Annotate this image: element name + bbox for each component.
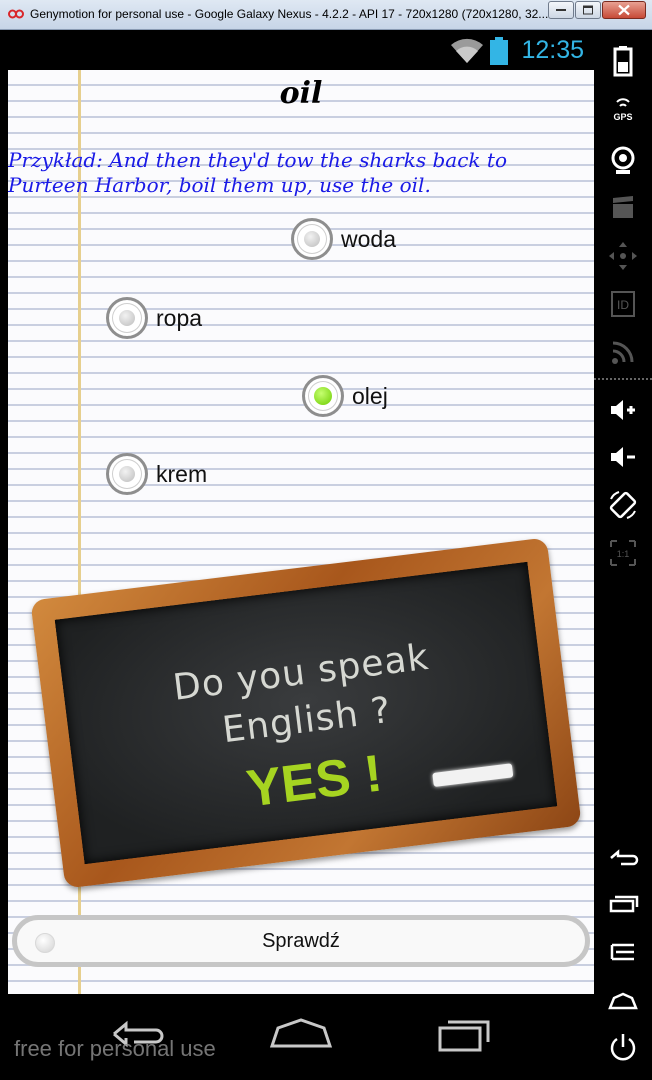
- radio-button[interactable]: [106, 297, 148, 339]
- option-label: krem: [156, 460, 208, 487]
- recent-apps-icon[interactable]: [428, 1014, 498, 1054]
- wifi-icon: [451, 38, 483, 63]
- home-icon[interactable]: [603, 980, 643, 1020]
- maximize-button[interactable]: [575, 1, 601, 19]
- power-icon[interactable]: [603, 1027, 643, 1067]
- example-sentence: Przykład: And then they'd tow the sharks…: [8, 148, 507, 197]
- close-button[interactable]: [602, 1, 646, 19]
- close-icon: [618, 4, 630, 16]
- option-krem[interactable]: krem: [106, 453, 207, 495]
- radio-dot: [119, 466, 135, 482]
- rotate-icon[interactable]: [603, 485, 643, 525]
- battery-icon[interactable]: [603, 40, 643, 80]
- quiz-word: oil: [279, 76, 323, 111]
- option-label: woda: [341, 225, 396, 252]
- check-button-label: Sprawdź: [262, 930, 340, 952]
- status-clock: 12:35: [521, 36, 584, 64]
- device-frame-left: [0, 30, 8, 1080]
- option-ropa[interactable]: ropa: [106, 297, 202, 339]
- camera-icon[interactable]: [603, 140, 643, 180]
- minimize-icon: [556, 9, 566, 11]
- radio-button-checked[interactable]: [302, 375, 344, 417]
- volume-up-icon[interactable]: [603, 390, 643, 430]
- watermark-text: free for personal use: [14, 1036, 216, 1061]
- menu-icon[interactable]: [603, 932, 643, 972]
- video-icon[interactable]: [603, 188, 643, 228]
- radio-dot: [119, 310, 135, 326]
- option-woda[interactable]: woda: [291, 218, 396, 260]
- id-label: ID: [617, 298, 629, 312]
- chalkboard-frame: Do you speak English ? YES !: [30, 537, 582, 889]
- chalkboard-surface: Do you speak English ? YES !: [54, 561, 558, 865]
- status-bar: 12:35: [8, 30, 594, 70]
- id-icon[interactable]: ID: [603, 284, 643, 324]
- window-title: Genymotion for personal use - Google Gal…: [30, 7, 549, 21]
- volume-down-icon[interactable]: [603, 437, 643, 477]
- option-olej[interactable]: olej: [302, 375, 388, 417]
- genymotion-app-icon: [8, 9, 24, 19]
- scale-icon[interactable]: 1:1: [603, 533, 643, 573]
- maximize-icon: [583, 5, 593, 15]
- radio-button[interactable]: [106, 453, 148, 495]
- minimize-button[interactable]: [548, 1, 574, 19]
- scale-label: 1:1: [617, 549, 630, 559]
- window-titlebar[interactable]: Genymotion for personal use - Google Gal…: [0, 0, 652, 30]
- recent-apps-icon[interactable]: [603, 885, 643, 925]
- window-controls: [547, 1, 646, 19]
- genymotion-side-panel: GPS ID 1:1: [594, 30, 652, 1080]
- radio-button[interactable]: [291, 218, 333, 260]
- option-label: ropa: [156, 304, 203, 331]
- gps-label: GPS: [613, 112, 632, 122]
- rss-icon[interactable]: [603, 332, 643, 372]
- radio-dot: [304, 231, 320, 247]
- navigation-bar: free for personal use: [8, 994, 594, 1080]
- side-panel-separator: [594, 378, 652, 380]
- chalkboard-image: Do you speak English ? YES !: [16, 528, 594, 889]
- quiz-screen: oil Przykład: And then they'd tow the sh…: [8, 70, 594, 994]
- gps-icon[interactable]: GPS: [603, 92, 643, 132]
- back-icon[interactable]: [603, 838, 643, 878]
- radio-dot-selected: [314, 387, 332, 405]
- check-button[interactable]: Sprawdź: [12, 915, 590, 967]
- home-icon[interactable]: [266, 1014, 336, 1054]
- dpad-icon[interactable]: [603, 236, 643, 276]
- battery-icon: [490, 37, 508, 65]
- option-label: olej: [352, 382, 388, 409]
